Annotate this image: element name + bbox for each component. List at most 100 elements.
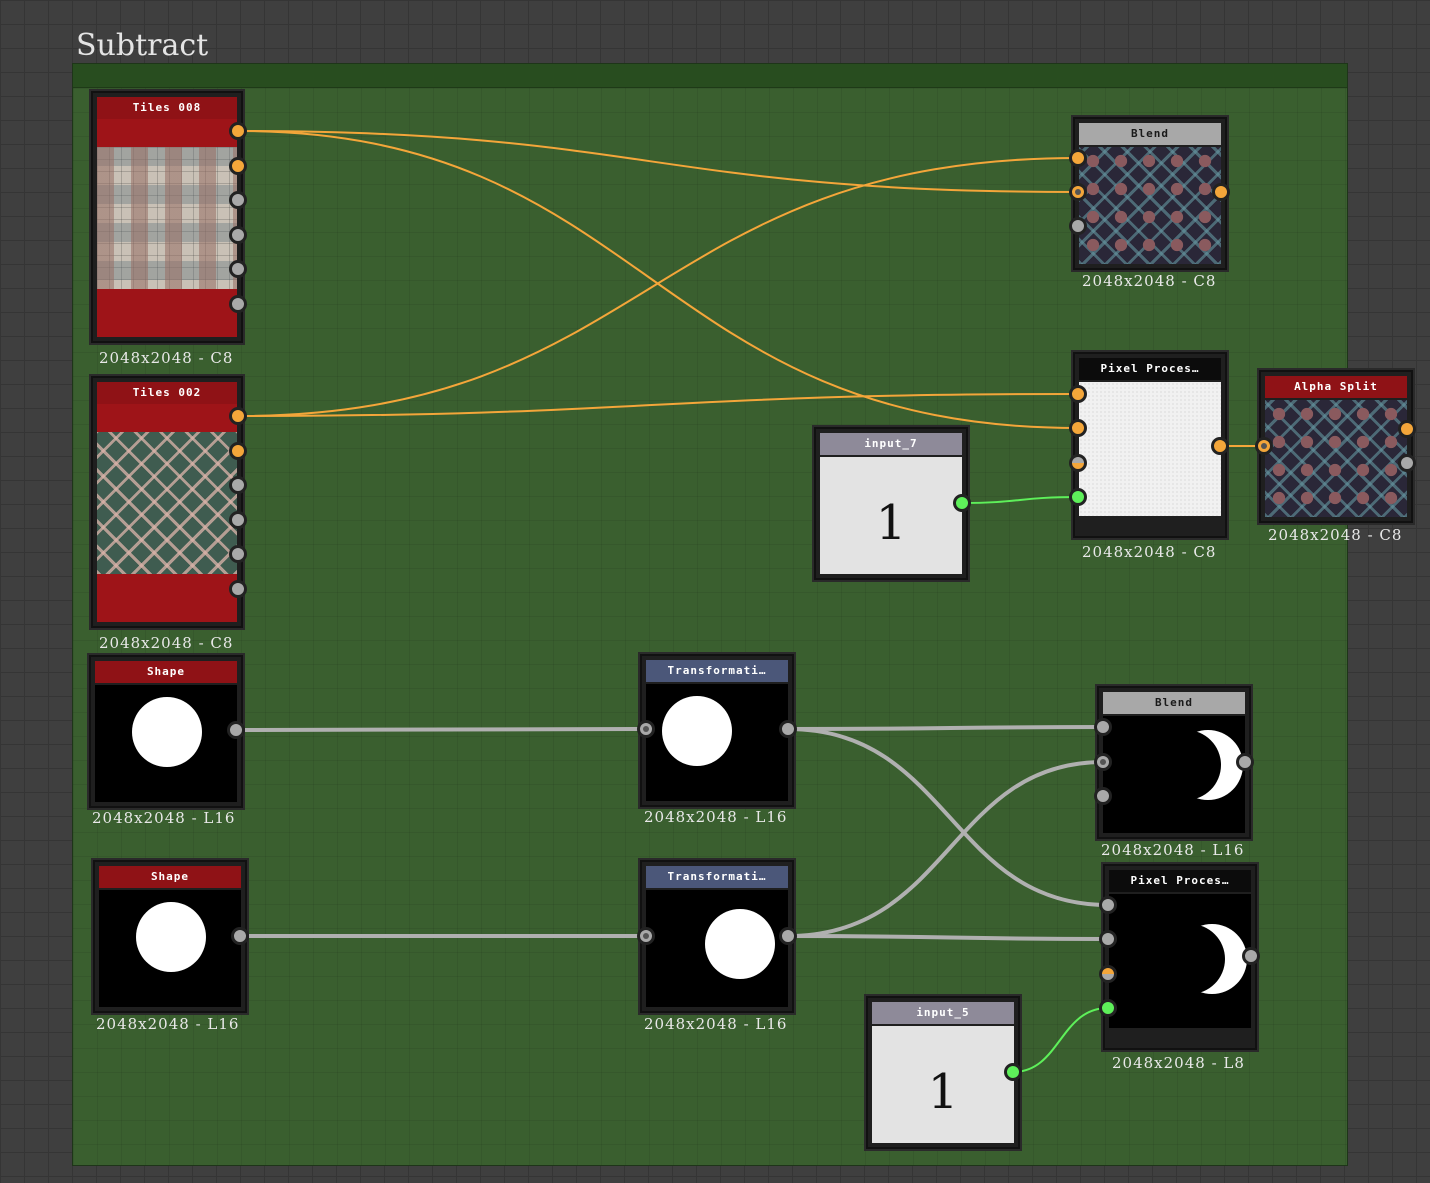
input-5-output-port[interactable]	[1004, 1063, 1022, 1081]
blend-bottom-input-foreground[interactable]	[1094, 718, 1112, 736]
tiles-008-output-port-6[interactable]	[229, 295, 247, 313]
transformation-1-thumbnail	[646, 684, 788, 801]
pixel-top-thumbnail	[1079, 382, 1221, 516]
node-shape-1[interactable]: Shape	[89, 655, 243, 808]
blend-bottom-thumbnail	[1103, 716, 1245, 833]
tiles-002-output-port-5[interactable]	[229, 545, 247, 563]
alpha-split-output-alpha[interactable]	[1398, 454, 1416, 472]
alpha-split-info: 2048x2048 - C8	[1268, 526, 1403, 544]
pixel-top-input-4[interactable]	[1069, 488, 1087, 506]
blend-top-input-background[interactable]	[1069, 183, 1087, 201]
blend-bottom-crescent-shadow	[1151, 730, 1221, 800]
node-title: Transformati…	[646, 866, 788, 888]
blend-bottom-output-port[interactable]	[1236, 753, 1254, 771]
node-title: Transformati…	[646, 660, 788, 682]
blend-top-output-port[interactable]	[1212, 183, 1230, 201]
shape-1-thumbnail	[95, 685, 237, 802]
pixel-bottom-info: 2048x2048 - L8	[1112, 1054, 1245, 1072]
pixel-bottom-input-3[interactable]	[1099, 965, 1117, 983]
input-5-value[interactable]: 1	[872, 1064, 1014, 1120]
tiles-008-output-port-2[interactable]	[229, 157, 247, 175]
node-title: input_5	[872, 1002, 1014, 1024]
tiles-002-output-port-3[interactable]	[229, 476, 247, 494]
pixel-top-input-1[interactable]	[1069, 385, 1087, 403]
tiles-002-output-port-2[interactable]	[229, 442, 247, 460]
tiles-008-output-port-4[interactable]	[229, 226, 247, 244]
shape-2-thumbnail	[99, 890, 241, 1007]
alpha-split-input-port[interactable]	[1255, 437, 1273, 455]
pixel-top-input-3[interactable]	[1069, 454, 1087, 472]
shape-1-output-port[interactable]	[227, 721, 245, 739]
node-transformation-1[interactable]: Transformati…	[640, 654, 794, 807]
tiles-002-output-port-4[interactable]	[229, 511, 247, 529]
blend-bottom-input-background[interactable]	[1094, 753, 1112, 771]
tiles-002-thumbnail	[97, 404, 237, 622]
node-title: Blend	[1103, 692, 1245, 714]
node-blend-top[interactable]: Blend	[1073, 117, 1227, 270]
alpha-split-output-rgb[interactable]	[1398, 420, 1416, 438]
tiles-008-info: 2048x2048 - C8	[99, 349, 234, 367]
pixel-bottom-crescent-shadow	[1155, 924, 1225, 994]
tiles-002-output-port-6[interactable]	[229, 580, 247, 598]
node-title: Pixel Proces…	[1109, 870, 1251, 892]
node-title: input_7	[820, 433, 962, 455]
node-title: Pixel Proces…	[1079, 358, 1221, 380]
blend-bottom-input-mask[interactable]	[1094, 787, 1112, 805]
pixel-top-output-port[interactable]	[1211, 437, 1229, 455]
transformation-2-disc	[705, 909, 775, 979]
shape-2-info: 2048x2048 - L16	[96, 1015, 240, 1033]
shape-2-output-port[interactable]	[231, 927, 249, 945]
input-5-panel: 1	[872, 1026, 1014, 1143]
shape-1-disc	[132, 697, 202, 767]
tiles-008-thumbnail	[97, 119, 237, 337]
transformation-1-disc	[662, 696, 732, 766]
pixel-bottom-output-port[interactable]	[1242, 947, 1260, 965]
pixel-bottom-thumbnail	[1109, 894, 1251, 1028]
transformation-2-info: 2048x2048 - L16	[644, 1015, 788, 1033]
blend-top-thumbnail	[1079, 147, 1221, 264]
node-title: Tiles 002	[97, 382, 237, 404]
tiles-008-output-port-5[interactable]	[229, 260, 247, 278]
tiles-008-output-port-3[interactable]	[229, 191, 247, 209]
node-title: Shape	[95, 661, 237, 683]
pixel-top-input-2[interactable]	[1069, 419, 1087, 437]
shape-2-disc	[136, 902, 206, 972]
input-7-value[interactable]: 1	[820, 495, 962, 551]
pixel-bottom-input-2[interactable]	[1099, 930, 1117, 948]
input-7-panel: 1	[820, 457, 962, 574]
shape-1-info: 2048x2048 - L16	[92, 809, 236, 827]
tiles-002-output-port-1[interactable]	[229, 407, 247, 425]
blend-top-input-foreground[interactable]	[1069, 149, 1087, 167]
transformation-2-input-port[interactable]	[637, 927, 655, 945]
node-title: Alpha Split	[1265, 376, 1407, 398]
node-pixel-processor-top[interactable]: Pixel Proces…	[1073, 352, 1227, 538]
alpha-split-thumbnail	[1265, 400, 1407, 517]
frame-header[interactable]	[73, 64, 1347, 88]
transformation-2-thumbnail	[646, 890, 788, 1007]
node-blend-bottom[interactable]: Blend	[1097, 686, 1251, 839]
node-transformation-2[interactable]: Transformati…	[640, 860, 794, 1013]
frame-title[interactable]: Subtract	[76, 28, 208, 63]
tiles-008-output-port-1[interactable]	[229, 122, 247, 140]
blend-top-info: 2048x2048 - C8	[1082, 272, 1217, 290]
node-title: Tiles 008	[97, 97, 237, 119]
node-pixel-processor-bottom[interactable]: Pixel Proces…	[1103, 864, 1257, 1050]
node-input-7[interactable]: input_7 1	[814, 427, 968, 580]
pixel-bottom-input-1[interactable]	[1099, 896, 1117, 914]
transformation-1-input-port[interactable]	[637, 720, 655, 738]
node-title: Shape	[99, 866, 241, 888]
node-input-5[interactable]: input_5 1	[866, 996, 1020, 1149]
transformation-2-output-port[interactable]	[779, 927, 797, 945]
input-7-output-port[interactable]	[953, 494, 971, 512]
pixel-bottom-input-4[interactable]	[1099, 999, 1117, 1017]
node-tiles-008[interactable]: Tiles 008	[91, 91, 243, 343]
node-alpha-split[interactable]: Alpha Split	[1259, 370, 1413, 523]
blend-top-input-mask[interactable]	[1069, 217, 1087, 235]
transformation-1-info: 2048x2048 - L16	[644, 808, 788, 826]
node-title: Blend	[1079, 123, 1221, 145]
tiles-002-info: 2048x2048 - C8	[99, 634, 234, 652]
node-tiles-002[interactable]: Tiles 002	[91, 376, 243, 628]
node-shape-2[interactable]: Shape	[93, 860, 247, 1013]
transformation-1-output-port[interactable]	[779, 720, 797, 738]
blend-bottom-info: 2048x2048 - L16	[1101, 841, 1245, 859]
